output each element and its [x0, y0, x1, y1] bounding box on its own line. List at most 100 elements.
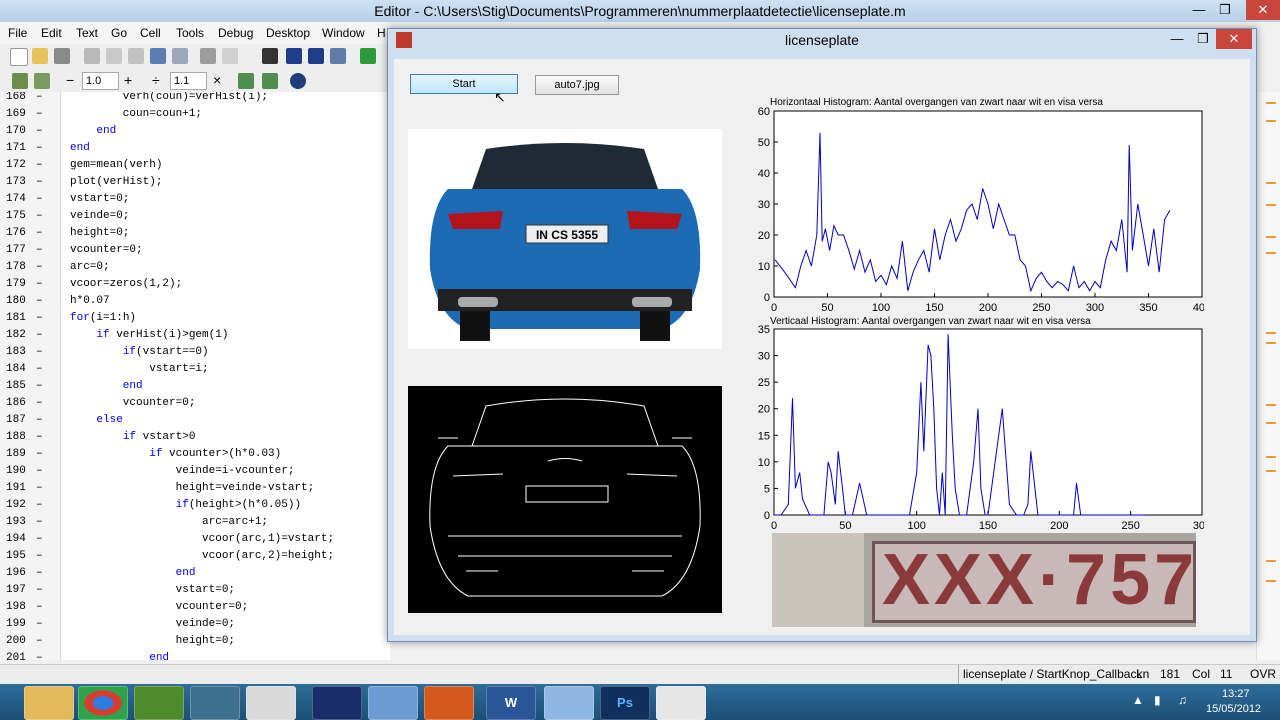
code-line[interactable]: end [70, 565, 196, 582]
line-number[interactable]: 177– [0, 242, 44, 259]
close-icon[interactable]: ✕ [1216, 29, 1252, 49]
breakpoint-dash[interactable]: – [36, 191, 43, 208]
publish-icon[interactable] [222, 48, 238, 64]
network-icon[interactable]: ▮ [1154, 693, 1161, 707]
code-line[interactable]: vstart=0; [70, 582, 235, 599]
menu-window[interactable]: Window [322, 26, 365, 40]
breakpoint-dash[interactable]: – [36, 327, 43, 344]
menu-go[interactable]: Go [111, 26, 127, 40]
line-number[interactable]: 175– [0, 208, 44, 225]
code-line[interactable]: gem=mean(verh) [70, 157, 162, 174]
editor-message-bar[interactable] [1256, 92, 1280, 660]
decrement-icon[interactable]: − [66, 72, 74, 88]
breakpoint-dash[interactable]: – [36, 174, 43, 191]
breakpoint-dash[interactable]: – [36, 616, 43, 633]
chrome-icon[interactable] [78, 686, 128, 720]
cut-icon[interactable] [84, 48, 100, 64]
warning-marker[interactable] [1266, 580, 1276, 582]
line-number[interactable]: 194– [0, 531, 44, 548]
breakpoint-dash[interactable]: – [36, 548, 43, 565]
matlab-icon[interactable] [424, 686, 474, 720]
breakpoint-dash[interactable]: – [36, 446, 43, 463]
tray-arrow-icon[interactable]: ▲ [1132, 693, 1144, 707]
clock-time[interactable]: 13:27 [1222, 688, 1250, 700]
code-line[interactable]: vstart=0; [70, 191, 129, 208]
code-line[interactable]: coun=coun+1; [70, 106, 202, 123]
code-line[interactable]: if vstart>0 [70, 429, 196, 446]
line-number[interactable]: 196– [0, 565, 44, 582]
breakpoint-dash[interactable]: – [36, 361, 43, 378]
clock-date[interactable]: 15/05/2012 [1206, 703, 1261, 715]
breakpoint-dash[interactable]: – [36, 395, 43, 412]
line-number[interactable]: 176– [0, 225, 44, 242]
breakpoint-dash[interactable]: – [36, 123, 43, 140]
menu-file[interactable]: File [8, 26, 27, 40]
code-line[interactable]: arc=arc+1; [70, 514, 268, 531]
line-number[interactable]: 185– [0, 378, 44, 395]
code-line[interactable]: vcounter=0; [70, 242, 143, 259]
warning-marker[interactable] [1266, 470, 1276, 472]
eval-cell-icon[interactable] [34, 73, 50, 89]
breakpoint-dash[interactable]: – [36, 344, 43, 361]
breakpoint-dash[interactable]: – [36, 599, 43, 616]
line-number[interactable]: 198– [0, 599, 44, 616]
line-number[interactable]: 182– [0, 327, 44, 344]
line-number[interactable]: 193– [0, 514, 44, 531]
line-number[interactable]: 192– [0, 497, 44, 514]
code-line[interactable]: for(i=1:h) [70, 310, 136, 327]
lingo-icon[interactable] [312, 686, 362, 720]
warning-marker[interactable] [1266, 456, 1276, 458]
breakpoint-dash[interactable]: – [36, 582, 43, 599]
code-line[interactable]: if vcounter>(h*0.03) [70, 446, 281, 463]
code-line[interactable]: end [70, 123, 116, 140]
code-line[interactable]: verh(coun)=verHist(i); [70, 92, 268, 106]
code-line[interactable]: vstart=i; [70, 361, 208, 378]
line-number[interactable]: 190– [0, 463, 44, 480]
line-number[interactable]: 186– [0, 395, 44, 412]
line-number[interactable]: 181– [0, 310, 44, 327]
increment-icon[interactable]: + [124, 72, 132, 88]
menu-help[interactable]: H [377, 26, 386, 40]
line-number[interactable]: 171– [0, 140, 44, 157]
warning-marker[interactable] [1266, 236, 1276, 238]
redo-icon[interactable] [172, 48, 188, 64]
breakpoint-dash[interactable]: – [36, 157, 43, 174]
code-line[interactable]: vcoor(arc,2)=height; [70, 548, 334, 565]
cell-eval-advance-icon[interactable] [262, 73, 278, 89]
menu-text[interactable]: Text [76, 26, 98, 40]
line-number[interactable]: 174– [0, 191, 44, 208]
code-line[interactable]: vcoor(arc,1)=vstart; [70, 531, 334, 548]
warning-marker[interactable] [1266, 560, 1276, 562]
warning-marker[interactable] [1266, 120, 1276, 122]
breakpoint-dash[interactable]: – [36, 293, 43, 310]
breakpoint-dash[interactable]: – [36, 463, 43, 480]
save-icon[interactable] [54, 48, 70, 64]
scale-value-field[interactable]: 1.1 [170, 72, 207, 90]
line-number[interactable]: 197– [0, 582, 44, 599]
figure-titlebar[interactable]: licenseplate — ❐ ✕ [388, 29, 1256, 51]
find-icon[interactable] [262, 48, 278, 64]
code-line[interactable]: end [70, 140, 90, 157]
line-number[interactable]: 172– [0, 157, 44, 174]
code-line[interactable]: plot(verHist); [70, 174, 162, 191]
breakpoint-dash[interactable]: – [36, 242, 43, 259]
minimize-icon[interactable]: — [1164, 29, 1190, 49]
paint-icon[interactable] [544, 686, 594, 720]
code-line[interactable]: vcounter=0; [70, 395, 196, 412]
warning-marker[interactable] [1266, 102, 1276, 104]
line-number[interactable]: 168– [0, 92, 44, 106]
back-arrow-icon[interactable] [286, 48, 302, 64]
breakpoint-dash[interactable]: – [36, 633, 43, 650]
menu-edit[interactable]: Edit [41, 26, 62, 40]
code-line[interactable]: veinde=i-vcounter; [70, 463, 295, 480]
breakpoint-dash[interactable]: – [36, 140, 43, 157]
line-number[interactable]: 187– [0, 412, 44, 429]
code-line[interactable]: if verHist(i)>gem(1) [70, 327, 228, 344]
breakpoint-dash[interactable]: – [36, 92, 43, 106]
line-number[interactable]: 199– [0, 616, 44, 633]
new-file-icon[interactable] [10, 48, 28, 66]
breakpoint-dash[interactable]: – [36, 565, 43, 582]
line-number[interactable]: 169– [0, 106, 44, 123]
breakpoint-dash[interactable]: – [36, 225, 43, 242]
open-folder-icon[interactable] [32, 48, 48, 64]
